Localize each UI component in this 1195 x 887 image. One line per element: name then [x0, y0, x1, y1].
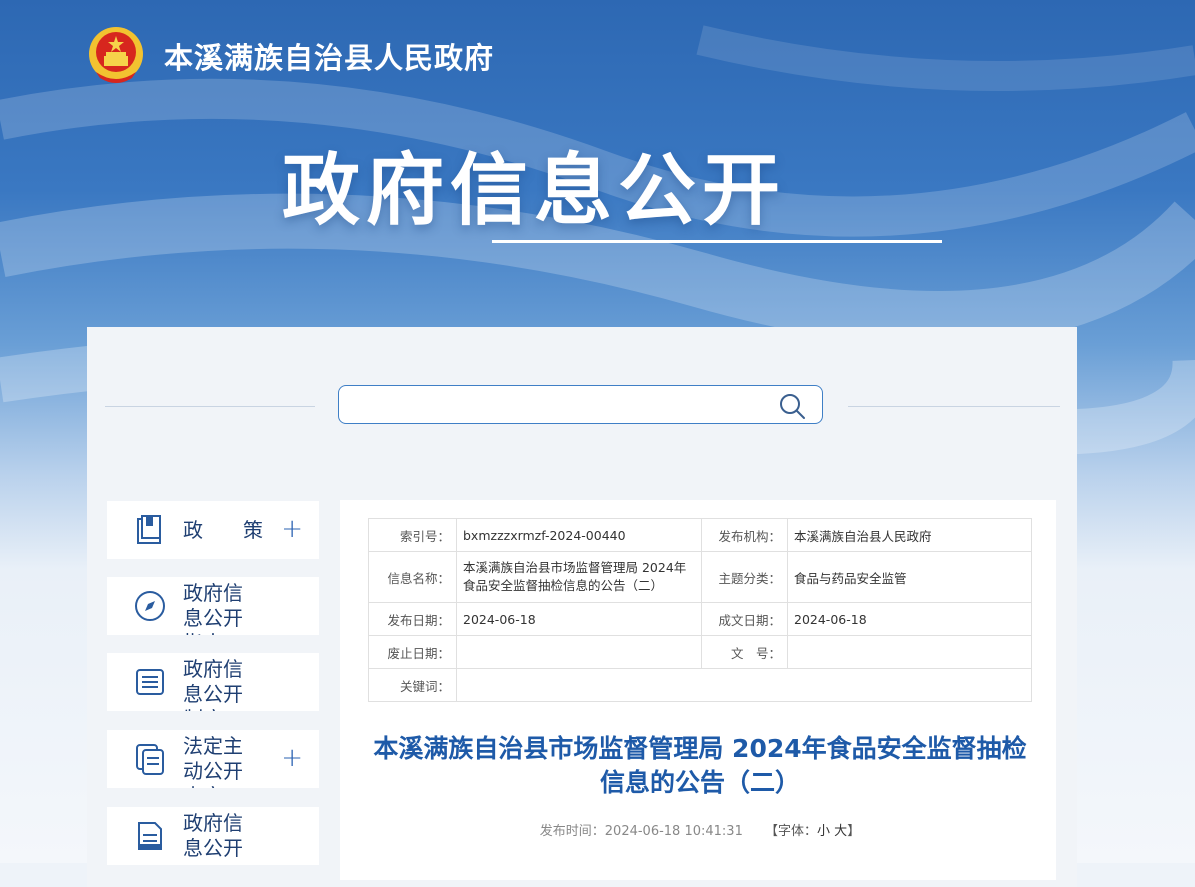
expand-plus-icon[interactable]: + — [281, 743, 303, 773]
name-value: 本溪满族自治县市场监督管理局 2024年食品安全监督抽检信息的公告（二） — [456, 551, 702, 603]
keywords-value — [456, 668, 1032, 702]
table-row: 信息名称： 本溪满族自治县市场监督管理局 2024年食品安全监督抽检信息的公告（… — [368, 551, 1032, 603]
made-date-value: 2024-06-18 — [787, 602, 1032, 636]
table-row: 索引号： bxmzzzxrmzf-2024-00440 发布机构： 本溪满族自治… — [368, 518, 1032, 552]
doc-no-value — [787, 635, 1032, 669]
font-size-control: 【字体：小 大】 — [765, 824, 860, 839]
metadata-table: 索引号： bxmzzzxrmzf-2024-00440 发布机构： 本溪满族自治… — [368, 518, 1032, 702]
sidebar-item-label: 政 策 — [183, 518, 263, 542]
topic-value: 食品与药品安全监管 — [787, 551, 1032, 603]
expand-plus-icon[interactable]: + — [281, 514, 303, 544]
topic-label: 主题分类： — [701, 551, 788, 603]
index-label: 索引号： — [368, 518, 457, 552]
sidebar-item-label: 法定主动公开内容 — [183, 734, 243, 788]
expire-value — [456, 635, 702, 669]
site-title[interactable]: 本溪满族自治县人民政府 — [164, 35, 494, 77]
index-value: bxmzzzxrmzf-2024-00440 — [456, 518, 702, 552]
sidebar-item-label: 政府信息公开指南 — [183, 581, 243, 635]
sidebar-item-label: 政府信息公开制度 — [183, 657, 243, 711]
table-row: 关键词： — [368, 668, 1032, 702]
hero-underline — [492, 240, 942, 243]
pub-date-value: 2024-06-18 — [456, 602, 702, 636]
book-icon — [137, 515, 161, 544]
pub-date-label: 发布日期： — [368, 602, 457, 636]
publish-info: 发布时间：2024-06-18 10:41:31 【字体：小 大】 — [368, 820, 1032, 839]
search-box — [338, 385, 823, 424]
document-list-icon — [136, 669, 164, 695]
compass-icon — [135, 591, 165, 621]
national-emblem-icon — [89, 27, 143, 83]
copy-icon — [136, 744, 164, 775]
font-size-label: 【字体： — [765, 824, 818, 839]
sidebar-item-guide[interactable]: 政府信息公开指南 — [107, 577, 319, 635]
made-date-label: 成文日期： — [701, 602, 788, 636]
name-label: 信息名称： — [368, 551, 457, 603]
hero-title: 政府信息公开 — [282, 146, 787, 236]
doc-no-label: 文 号： — [701, 635, 788, 669]
font-size-suffix: 】 — [847, 824, 861, 839]
search-input[interactable] — [351, 392, 775, 418]
org-value: 本溪满族自治县人民政府 — [787, 518, 1032, 552]
table-row: 发布日期： 2024-06-18 成文日期： 2024-06-18 — [368, 602, 1032, 636]
sidebar-item-label: 政府信息公开 — [183, 811, 243, 860]
expire-label: 废止日期： — [368, 635, 457, 669]
org-label: 发布机构： — [701, 518, 788, 552]
sidebar-item-policy[interactable]: 政 策 + — [107, 501, 319, 559]
font-small-button[interactable]: 小 — [817, 824, 830, 839]
sidebar-item-system[interactable]: 政府信息公开制度 — [107, 653, 319, 711]
sidebar-item-statutory[interactable]: 法定主动公开内容 + — [107, 730, 319, 788]
article-title: 本溪满族自治县市场监督管理局 2024年食品安全监督抽检信息的公告（二） — [373, 734, 1027, 797]
table-row: 废止日期： 文 号： — [368, 635, 1032, 669]
search-divider-left — [105, 406, 315, 407]
publish-time: 发布时间：2024-06-18 10:41:31 — [539, 824, 743, 839]
font-large-button[interactable]: 大 — [834, 824, 847, 839]
edit-document-icon — [138, 822, 162, 850]
search-icon[interactable] — [778, 392, 806, 420]
site-header: 本溪满族自治县人民政府 — [86, 24, 494, 88]
keywords-label: 关键词： — [368, 668, 457, 702]
sidebar-item-disclosure[interactable]: 政府信息公开 — [107, 807, 319, 865]
search-divider-right — [848, 406, 1060, 407]
